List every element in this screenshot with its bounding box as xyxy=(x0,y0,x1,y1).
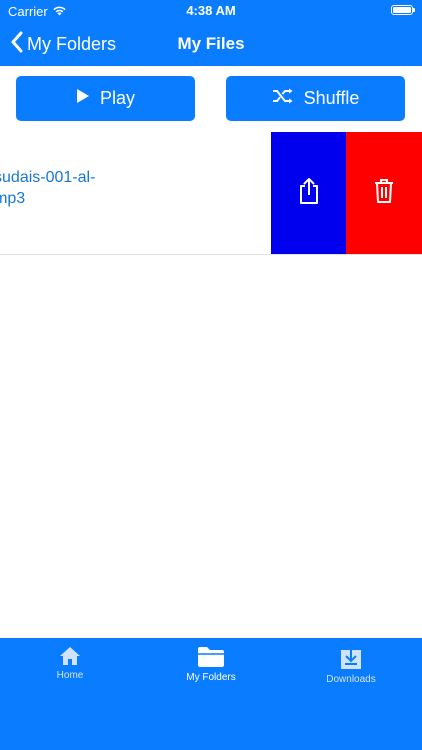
navigation-bar: My Folders My Files xyxy=(0,22,422,66)
status-time: 4:38 AM xyxy=(186,3,236,18)
share-icon xyxy=(298,177,320,210)
tab-bar: Home My Folders Downloads xyxy=(0,638,422,750)
folder-icon xyxy=(197,646,225,668)
tab-home-label: Home xyxy=(56,670,84,681)
shuffle-icon xyxy=(272,88,294,109)
file-name: ahman-al-sudais-001-al- 218-8020.mp3 xyxy=(0,169,96,207)
play-button[interactable]: Play xyxy=(16,76,195,121)
tab-downloads-label: Downloads xyxy=(326,674,376,685)
tab-my-folders-label: My Folders xyxy=(186,672,236,683)
tab-my-folders[interactable]: My Folders xyxy=(141,646,281,683)
shuffle-button-label: Shuffle xyxy=(303,88,360,108)
playback-actions: Play Shuffle xyxy=(0,66,422,132)
delete-button[interactable] xyxy=(346,132,422,254)
file-list-item[interactable]: ahman-al-sudais-001-al- 218-8020.mp3 xyxy=(0,132,422,255)
battery-level xyxy=(393,7,411,13)
app-screen: Carrier 4:38 AM My Folders My Files Play… xyxy=(0,0,422,750)
home-icon xyxy=(59,646,81,666)
header: Carrier 4:38 AM My Folders My Files xyxy=(0,0,422,66)
shuffle-button[interactable]: Shuffle xyxy=(226,76,405,121)
download-icon xyxy=(340,646,362,670)
play-icon xyxy=(76,88,90,109)
play-button-label: Play xyxy=(99,88,135,108)
share-button[interactable] xyxy=(271,132,347,254)
trash-icon xyxy=(373,178,395,209)
tab-home[interactable]: Home xyxy=(0,646,140,681)
status-bar: Carrier 4:38 AM xyxy=(0,0,422,22)
tab-downloads[interactable]: Downloads xyxy=(281,646,421,685)
battery-icon xyxy=(391,5,415,15)
page-title: My Files xyxy=(177,34,245,53)
